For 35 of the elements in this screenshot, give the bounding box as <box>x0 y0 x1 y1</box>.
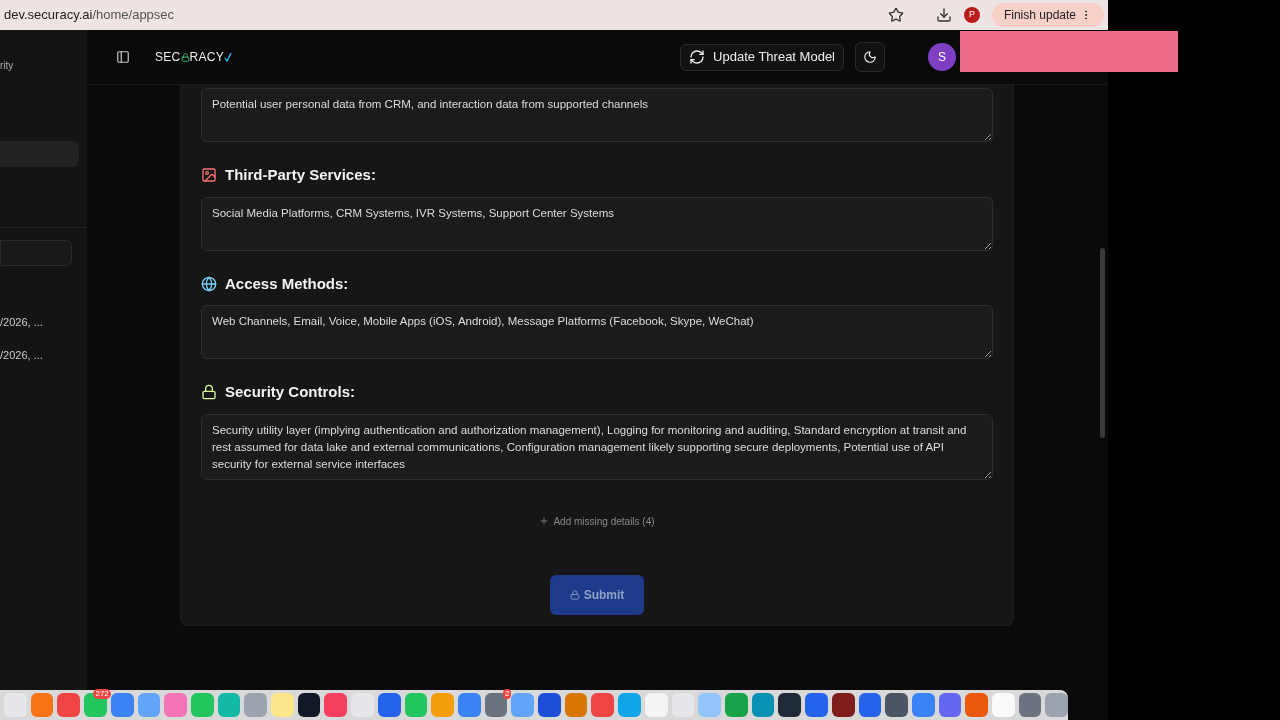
finish-update-button[interactable]: Finish update <box>991 3 1104 27</box>
download-icon[interactable] <box>935 7 952 23</box>
profile-avatar[interactable]: P <box>963 7 980 23</box>
app-icon[interactable] <box>831 693 855 717</box>
text-area[interactable]: Web Channels, Email, Voice, Mobile Apps (iOS, Android), Message Platforms (Facebook, Skype, WeChat) <box>201 305 993 359</box>
app-icon[interactable] <box>1045 693 1069 717</box>
theme-toggle-button[interactable] <box>855 42 885 72</box>
lock-icon <box>569 589 580 600</box>
sidebar-item[interactable]: rity <box>0 58 87 73</box>
sidebar-item[interactable]: /2026, ... <box>0 346 87 363</box>
update-threat-model-button[interactable]: Update Threat Model <box>680 43 844 71</box>
globe-icon <box>201 275 217 292</box>
moon-icon <box>863 50 877 64</box>
notification-badge: 2 <box>502 689 512 699</box>
notification-badge: 272 <box>93 689 111 699</box>
app-icon[interactable] <box>297 693 321 717</box>
refresh-icon <box>689 49 706 65</box>
plus-icon <box>539 516 550 526</box>
user-avatar[interactable]: S <box>928 43 956 71</box>
sidebar-toggle-icon[interactable] <box>116 50 130 64</box>
section-heading: Security Controls: <box>225 382 356 402</box>
app-icon[interactable] <box>778 693 802 717</box>
address-bar[interactable]: dev.securacy.ai/home/appsec <box>4 5 175 25</box>
section-heading: Third-Party Services: <box>225 165 376 185</box>
scrollbar-thumb[interactable] <box>1100 248 1105 438</box>
logo[interactable]: SEC RACY <box>155 48 233 66</box>
picture-icon <box>201 167 217 184</box>
text-area[interactable]: Social Media Platforms, CRM Systems, IVR Systems, Support Center Systems <box>201 196 993 251</box>
lock-icon <box>201 384 217 401</box>
sidebar-item[interactable]: /2026, ... <box>0 314 87 331</box>
section-heading: Access Methods: <box>225 273 349 294</box>
text-area[interactable]: Potential user personal data from CRM, and interaction data from supported channels <box>201 88 993 142</box>
bookmark-star-icon[interactable] <box>887 7 904 23</box>
text-area[interactable]: Security utility layer (implying authentication and authorization management), Logging for monitoring and auditing, Standard encryption at transit and rest assumed for data lake and external communications, Configuration management likely supporting secure deployments, Potential use of API security for external service interfaces <box>201 413 993 480</box>
add-missing-details-link[interactable]: Add missing details (4) <box>539 513 655 529</box>
